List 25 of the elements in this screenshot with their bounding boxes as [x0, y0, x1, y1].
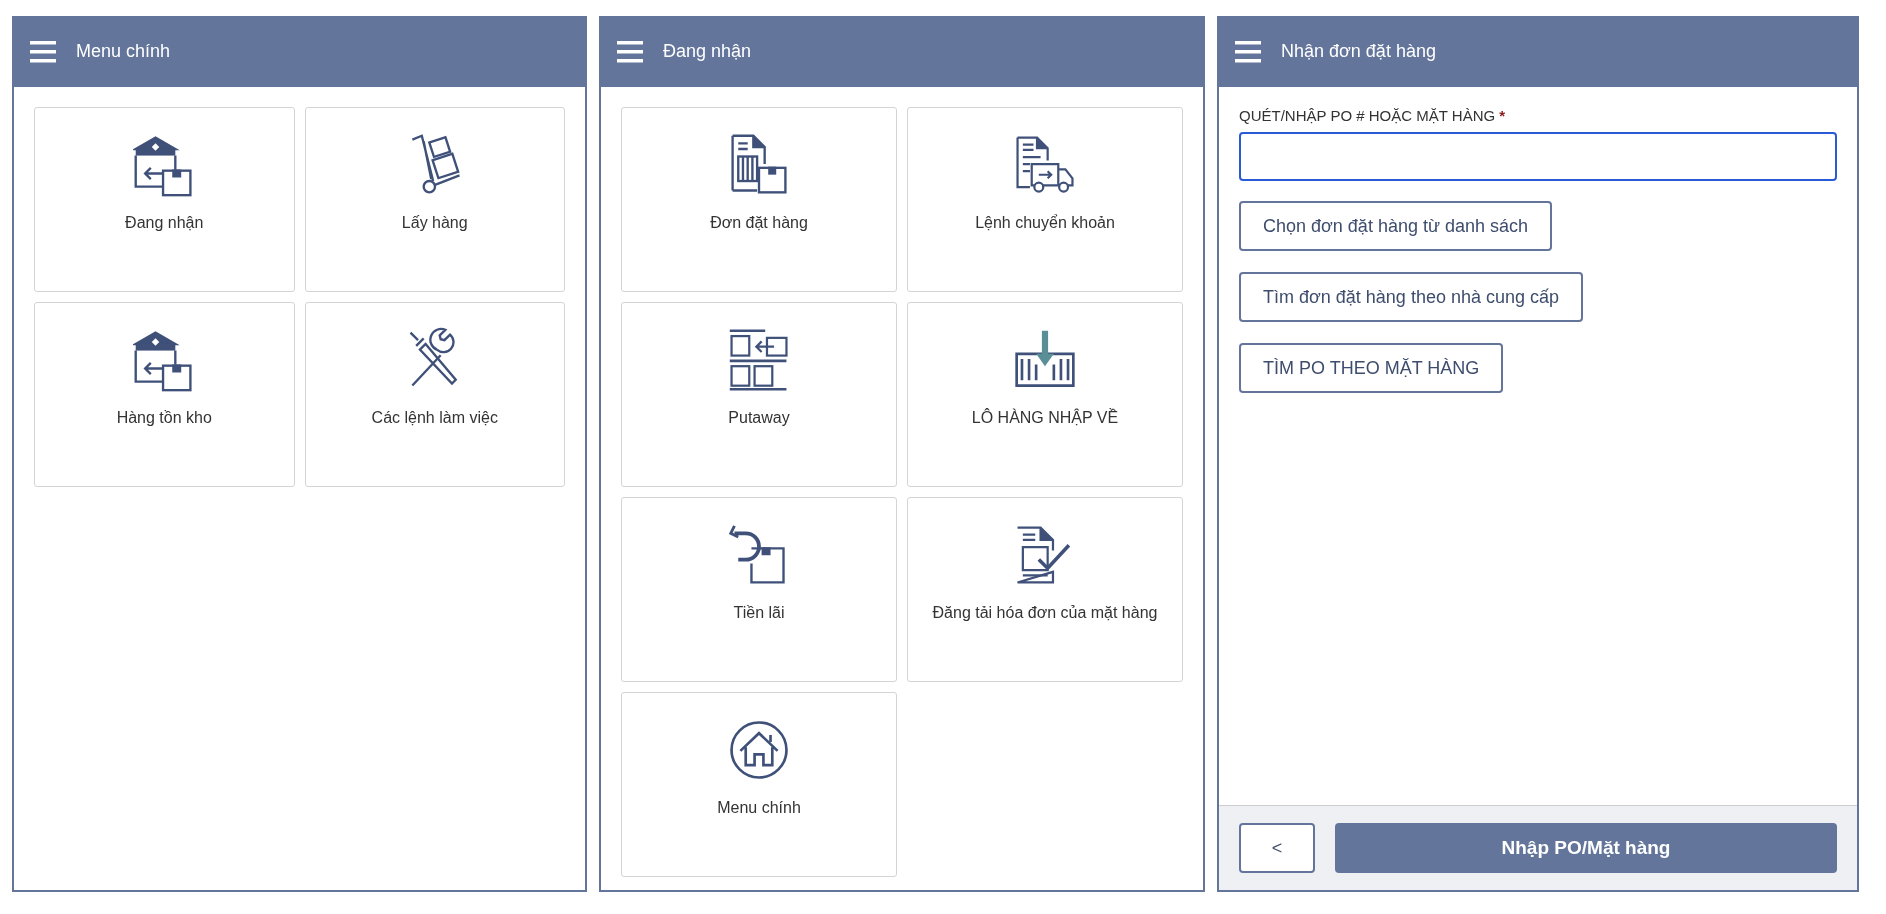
menu-icon[interactable] [617, 40, 643, 63]
field-label: QUÉT/NHẬP PO # HOẶC MẶT HÀNG * [1239, 107, 1506, 124]
input-field[interactable] [1239, 132, 1837, 181]
menu-tile[interactable]: Đăng tải hóa đơn của mặt hàng [907, 497, 1183, 682]
menu-tile[interactable]: Lệnh chuyển khoản [907, 107, 1183, 292]
menu-tile[interactable]: Menu chính [621, 692, 897, 877]
menu-tile[interactable]: Putaway [621, 302, 897, 487]
menu-tile[interactable]: LÔ HÀNG NHẬP VỀ [907, 302, 1183, 487]
menu-icon[interactable] [1235, 40, 1261, 63]
panel-title: Đang nhận [663, 41, 752, 62]
back-button[interactable]: < [1239, 823, 1315, 873]
menu-tile[interactable]: Đang nhận [34, 107, 295, 292]
menu-tile[interactable]: Đơn đặt hàng [621, 107, 897, 292]
menu-tile[interactable]: Lấy hàng [304, 107, 565, 292]
menu-tile[interactable]: Tiền lãi [621, 497, 897, 682]
shelf-boxes-icon [728, 327, 790, 393]
panel-title: Nhận đơn đặt hàng [1281, 41, 1436, 62]
option-button[interactable]: Tìm đơn đặt hàng theo nhà cung cấp [1239, 272, 1583, 322]
panel-title: Menu chính [76, 41, 171, 62]
menu-tile[interactable]: Các lệnh làm việc [304, 302, 565, 487]
menu-icon[interactable] [30, 40, 56, 63]
submit-button[interactable]: Nhập PO/Mặt hàng [1335, 823, 1837, 873]
option-button[interactable]: TÌM PO THEO MẶT HÀNG [1239, 343, 1504, 393]
menu-tile[interactable]: Hàng tồn kho [34, 302, 295, 487]
option-button[interactable]: Chọn đơn đặt hàng từ danh sách [1239, 201, 1553, 251]
